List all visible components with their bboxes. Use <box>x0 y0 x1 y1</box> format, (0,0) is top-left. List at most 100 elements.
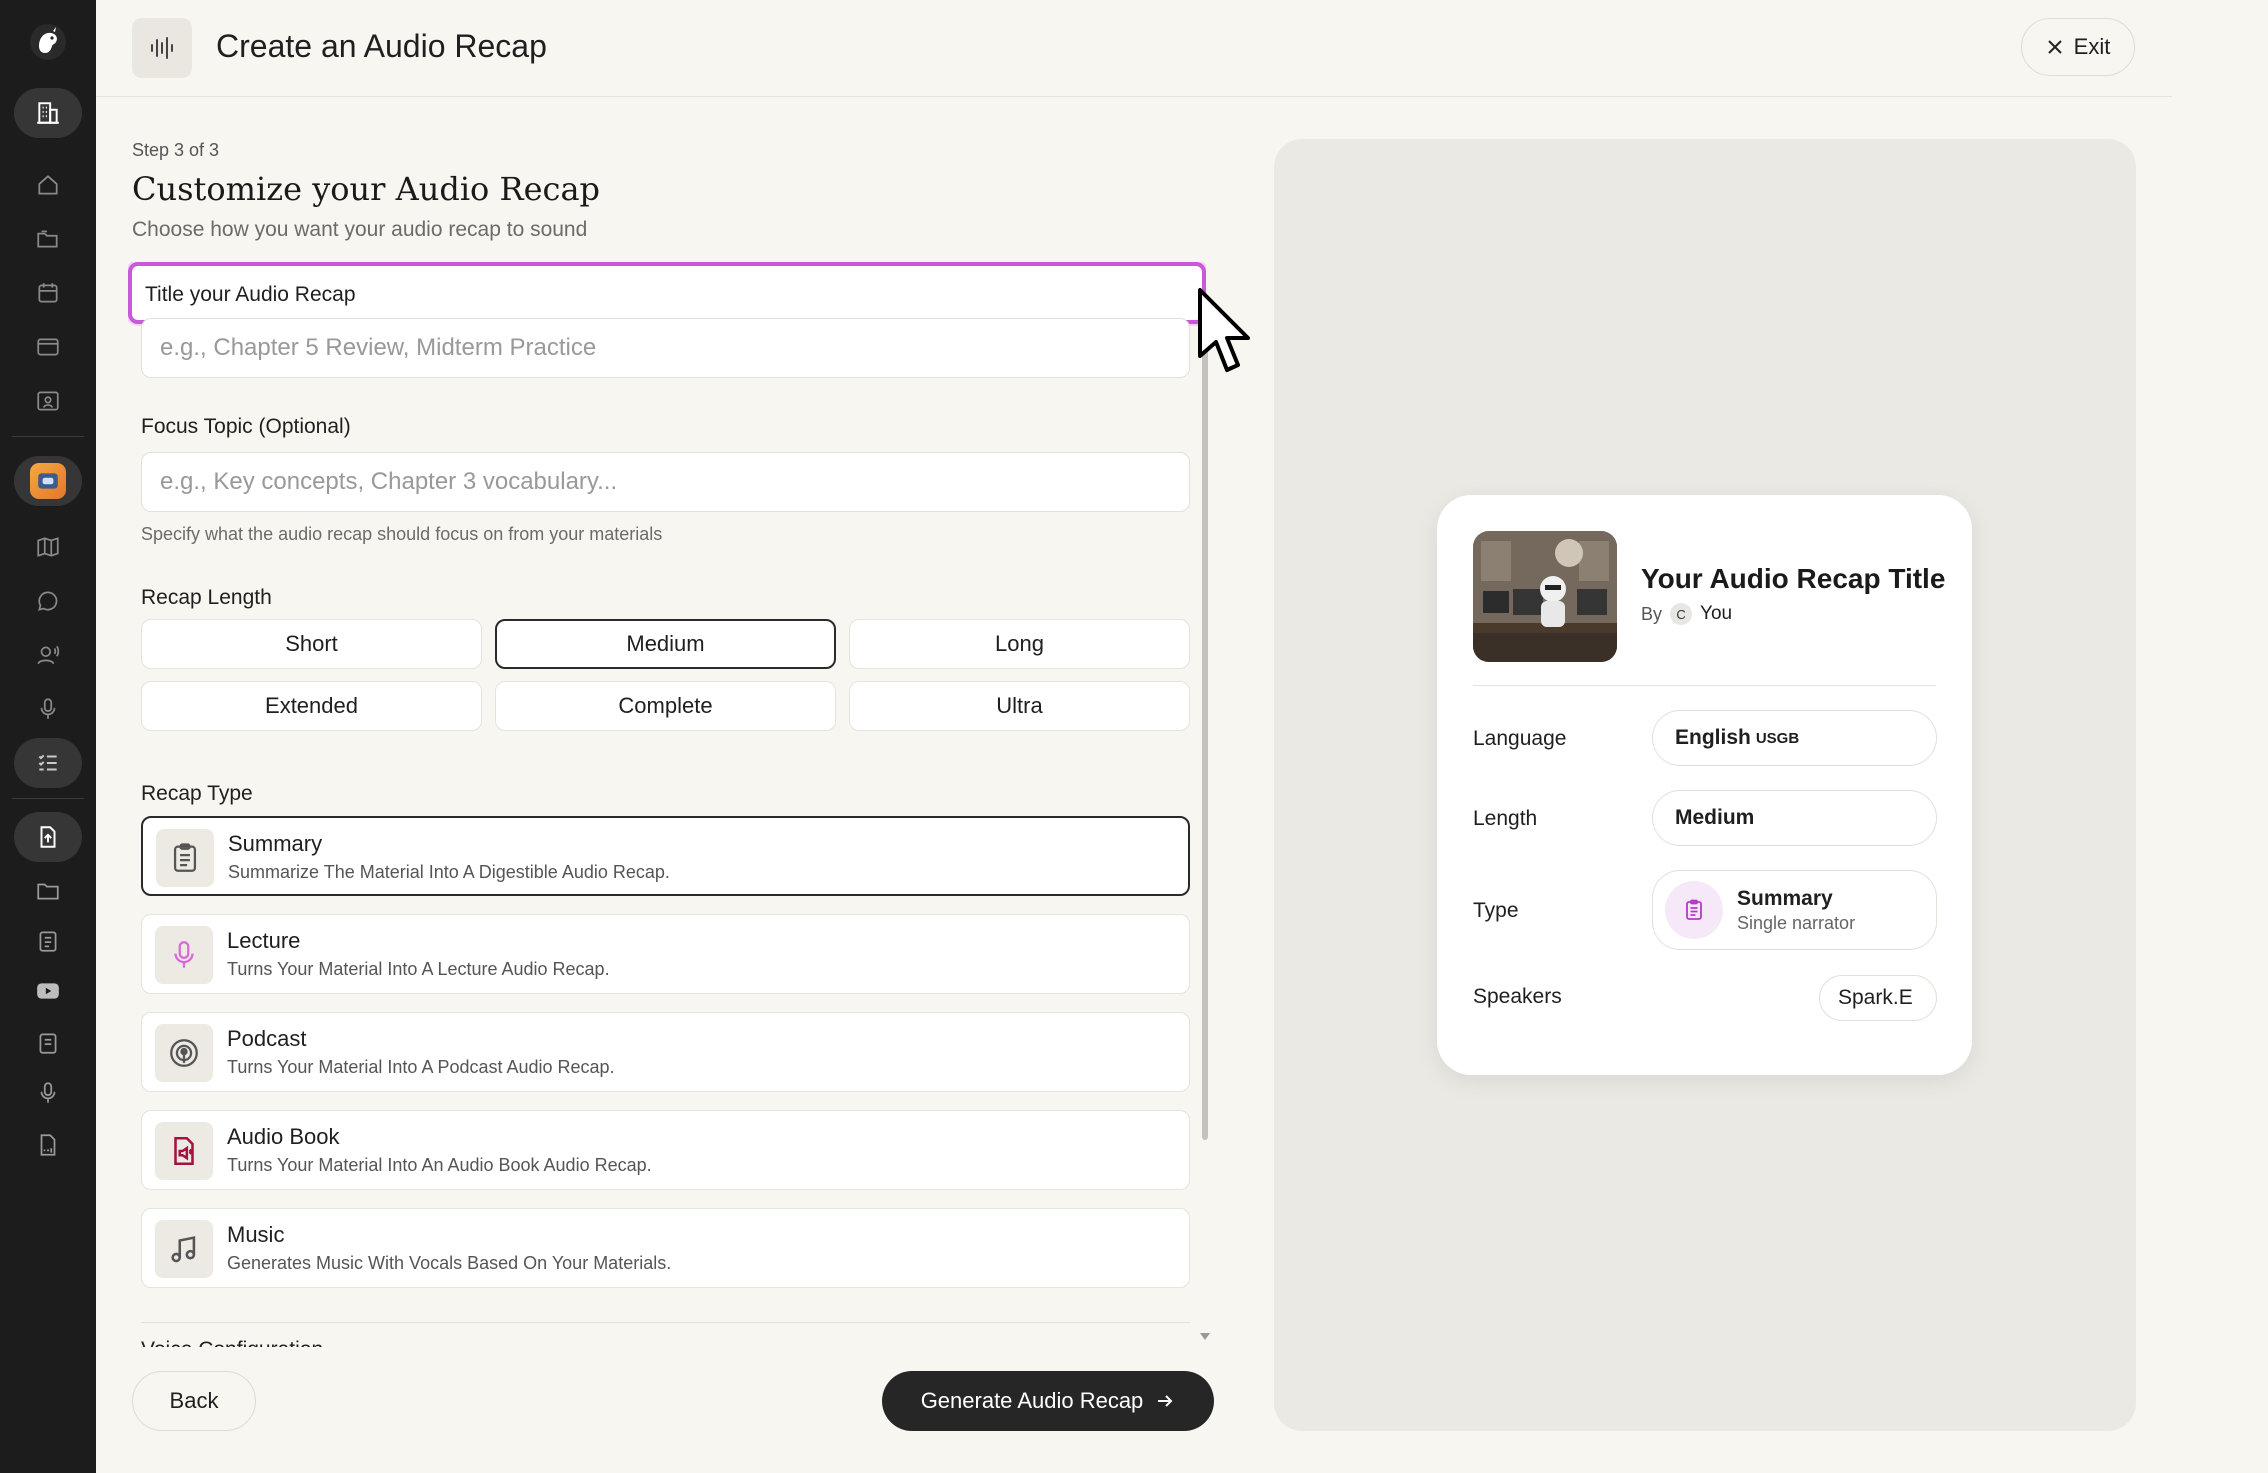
type-desc: Turns Your Material Into A Podcast Audio… <box>227 1057 615 1077</box>
type-desc: Turns Your Material Into An Audio Book A… <box>227 1155 652 1175</box>
scroll-down-arrow-icon[interactable] <box>1200 1333 1210 1340</box>
microphone-icon <box>155 926 213 984</box>
header: Create an Audio Recap Exit <box>96 0 2172 97</box>
form-scroll-area[interactable]: Title your Audio Recap e.g., Chapter 5 R… <box>128 262 1206 1347</box>
length-pill: Medium <box>1652 790 1937 846</box>
type-option-summary[interactable]: Summary Summarize The Material Into A Di… <box>141 816 1190 896</box>
length-option-medium[interactable]: Medium <box>495 619 836 669</box>
sidebar-item-classroom[interactable] <box>14 376 82 426</box>
type-option-podcast[interactable]: Podcast Turns Your Material Into A Podca… <box>141 1012 1190 1092</box>
focus-topic-input[interactable]: e.g., Key concepts, Chapter 3 vocabulary… <box>141 452 1190 512</box>
sidebar-item-pdf[interactable] <box>14 1120 82 1170</box>
type-name: Music <box>227 1222 285 1247</box>
sidebar-item-voice-chat[interactable] <box>14 630 82 680</box>
length-option-ultra[interactable]: Ultra <box>849 681 1190 731</box>
language-variant: USGB <box>1755 729 1800 747</box>
file-upload-icon <box>40 826 56 848</box>
focus-topic-hint: Specify what the audio recap should focu… <box>141 524 663 544</box>
page-title: Create an Audio Recap <box>216 28 547 64</box>
type-desc: Generates Music With Vocals Based On You… <box>227 1253 672 1273</box>
section-divider <box>141 1322 1190 1323</box>
preview-divider <box>1473 685 1936 686</box>
by-label: By <box>1641 603 1663 624</box>
audio-book-icon <box>155 1122 213 1180</box>
mouse-cursor-icon <box>1198 288 1250 372</box>
sidebar-item-workspace[interactable] <box>14 88 82 138</box>
sidebar-item-calendar[interactable] <box>14 268 82 318</box>
calendar-icon <box>38 283 58 303</box>
sidebar <box>0 0 96 1473</box>
arrow-right-icon <box>1158 1395 1173 1407</box>
preview-author: By C You <box>1641 603 1732 625</box>
app-logo-icon[interactable] <box>24 18 72 66</box>
sidebar-item-folder[interactable] <box>14 866 82 916</box>
sidebar-item-audio[interactable] <box>14 1068 82 1118</box>
home-icon <box>38 175 58 195</box>
sidebar-item-folders[interactable] <box>14 214 82 264</box>
back-button[interactable]: Back <box>132 1371 256 1431</box>
length-option-long[interactable]: Long <box>849 619 1190 669</box>
generate-audio-recap-button[interactable]: Generate Audio Recap <box>882 1371 1214 1431</box>
generate-label: Generate Audio Recap <box>920 1388 1144 1413</box>
preview-title: Your Audio Recap Title <box>1641 563 1946 594</box>
recap-title-label: Title your Audio Recap <box>145 283 356 306</box>
type-value: Summary <box>1737 886 1833 910</box>
exit-label: Exit <box>2073 34 2111 59</box>
sidebar-item-app[interactable] <box>14 456 82 506</box>
language-pill: English USGB <box>1652 710 1937 766</box>
checklist-icon <box>38 754 57 771</box>
sidebar-item-chat[interactable] <box>14 576 82 626</box>
type-option-audio-book[interactable]: Audio Book Turns Your Material Into An A… <box>141 1110 1190 1190</box>
speakers-pill: Spark.E <box>1819 975 1937 1021</box>
type-name: Lecture <box>227 928 301 953</box>
language-value: English <box>1675 726 1751 749</box>
preview-card: Your Audio Recap Title By C You Language… <box>1437 495 1972 1075</box>
classroom-icon <box>37 391 59 411</box>
author-name: You <box>1700 603 1733 624</box>
map-icon <box>37 537 59 557</box>
type-desc: Turns Your Material Into A Lecture Audio… <box>227 959 610 979</box>
type-label: Type <box>1473 899 1519 922</box>
close-icon <box>2047 40 2062 54</box>
sidebar-item-youtube[interactable] <box>14 966 82 1016</box>
recap-title-input[interactable]: e.g., Chapter 5 Review, Midterm Practice <box>141 318 1190 378</box>
podcast-icon <box>155 1024 213 1082</box>
sidebar-item-document[interactable] <box>14 1018 82 1068</box>
type-option-lecture[interactable]: Lecture Turns Your Material Into A Lectu… <box>141 914 1190 994</box>
sidebar-item-home[interactable] <box>14 160 82 210</box>
youtube-icon <box>37 983 59 999</box>
folder-icon <box>37 883 59 900</box>
type-option-music[interactable]: Music Generates Music With Vocals Based … <box>141 1208 1190 1288</box>
form-subtitle: Choose how you want your audio recap to … <box>132 218 588 241</box>
type-pill: Summary Single narrator <box>1652 870 1937 950</box>
type-name: Summary <box>228 831 323 856</box>
recap-type-label: Recap Type <box>141 782 253 805</box>
chat-icon <box>38 591 58 611</box>
step-indicator: Step 3 of 3 <box>132 140 220 160</box>
type-sub: Single narrator <box>1737 912 1856 933</box>
audio-waveform-icon <box>132 18 192 78</box>
recap-title-label-highlight: Title your Audio Recap <box>128 262 1206 324</box>
type-name: Podcast <box>227 1026 307 1051</box>
length-option-short[interactable]: Short <box>141 619 482 669</box>
building-icon <box>37 102 59 124</box>
microphone-icon <box>40 698 56 719</box>
sidebar-item-microphone[interactable] <box>14 684 82 734</box>
sidebar-item-upload[interactable] <box>14 812 82 862</box>
cards-icon <box>37 338 59 356</box>
avatar: C <box>1670 603 1693 625</box>
document-icon <box>39 1033 57 1054</box>
length-option-complete[interactable]: Complete <box>495 681 836 731</box>
form-scrollbar[interactable] <box>1202 300 1208 1140</box>
exit-button[interactable]: Exit <box>2021 18 2135 76</box>
language-label: Language <box>1473 727 1567 750</box>
sidebar-item-notes[interactable] <box>14 916 82 966</box>
sidebar-item-checklist[interactable] <box>14 738 82 788</box>
speakers-label: Speakers <box>1473 985 1562 1008</box>
sidebar-item-map[interactable] <box>14 522 82 572</box>
type-desc: Summarize The Material Into A Digestible… <box>228 862 670 882</box>
length-option-extended[interactable]: Extended <box>141 681 482 731</box>
sidebar-item-cards[interactable] <box>14 322 82 372</box>
voice-chat-icon <box>37 645 60 665</box>
recap-title-placeholder: e.g., Chapter 5 Review, Midterm Practice <box>160 334 597 361</box>
